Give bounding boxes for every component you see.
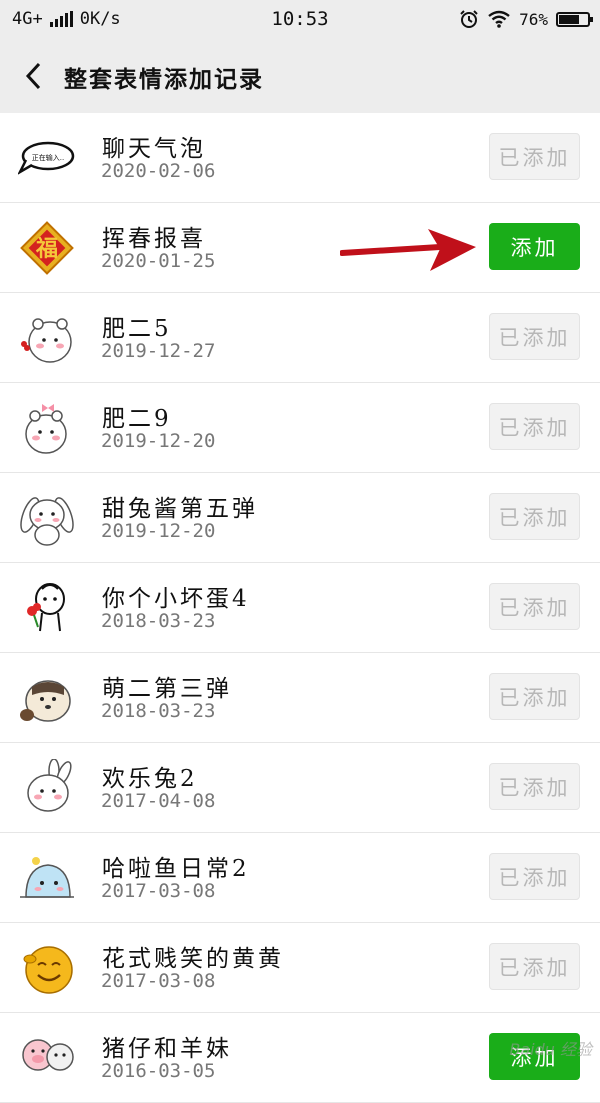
sticker-text: 正在输入.. (32, 153, 64, 162)
add-button[interactable]: 添加 (489, 223, 580, 270)
item-date: 2019-12-20 (101, 430, 216, 452)
added-button[interactable]: 已添加 (489, 133, 580, 180)
item-name: 哈啦鱼日常2 (102, 856, 250, 882)
list-item[interactable]: 你个小坏蛋4 2018-03-23 已添加 (0, 563, 600, 653)
chubby-bear-bow-sticker (18, 400, 76, 456)
item-name: 甜兔酱第五弹 (102, 496, 258, 522)
list-item[interactable]: 欢乐兔2 2017-04-08 已添加 (0, 743, 600, 833)
list-item[interactable]: 正在输入.. 聊天气泡 2020-02-06 已添加 (0, 113, 600, 203)
annotation-arrow-icon (340, 229, 476, 271)
battery-icon (556, 11, 593, 27)
added-button[interactable]: 已添加 (489, 853, 580, 900)
item-name: 欢乐兔2 (102, 766, 198, 792)
list-item[interactable]: 甜兔酱第五弹 2019-12-20 已添加 (0, 473, 600, 563)
item-date: 2020-02-06 (101, 160, 216, 182)
list-item[interactable]: 肥二9 2019-12-20 已添加 (0, 383, 600, 473)
item-name: 萌二第三弹 (102, 676, 232, 702)
item-name: 聊天气泡 (102, 136, 206, 162)
added-button[interactable]: 已添加 (489, 763, 580, 810)
item-date: 2018-03-23 (101, 700, 216, 722)
battery-percent: 76% (519, 9, 548, 29)
watermark: Baidu 经验 (509, 1040, 592, 1059)
bunny-sticker (18, 490, 76, 546)
item-date: 2019-12-20 (101, 520, 216, 542)
item-name: 猪仔和羊妹 (102, 1036, 232, 1062)
list-item[interactable]: 肥二5 2019-12-27 已添加 (0, 293, 600, 383)
added-button[interactable]: 已添加 (489, 673, 580, 720)
yellow-smiley-sticker (18, 940, 76, 996)
back-button[interactable] (16, 56, 52, 96)
happy-rabbit-sticker (18, 759, 76, 816)
list-item[interactable]: 哈啦鱼日常2 2017-03-08 已添加 (0, 833, 600, 923)
added-button[interactable]: 已添加 (489, 583, 580, 630)
item-date: 2017-04-08 (101, 790, 216, 812)
status-bar: 4G+ 0K/s 10:53 76% (0, 0, 600, 40)
item-name: 花式贱笑的黄黄 (102, 946, 284, 972)
wifi-icon (488, 10, 510, 28)
item-name: 挥春报喜 (102, 226, 206, 252)
sticker-record-list: 正在输入.. 聊天气泡 2020-02-06 已添加 福 挥春报喜 2020-0… (0, 113, 600, 1103)
added-button[interactable]: 已添加 (489, 313, 580, 360)
chubby-bear-sticker (18, 310, 76, 366)
battery-fill (559, 14, 579, 24)
item-name: 你个小坏蛋4 (102, 586, 250, 612)
fu-couplet-sticker: 福 (18, 220, 76, 276)
item-date: 2019-12-27 (101, 340, 216, 362)
item-name: 肥二9 (102, 406, 172, 432)
list-item[interactable]: 萌二第三弹 2018-03-23 已添加 (0, 653, 600, 743)
item-date: 2016-03-05 (101, 1060, 216, 1082)
status-right: 76% (459, 9, 593, 29)
item-date: 2017-03-08 (101, 970, 216, 992)
page-title: 整套表情添加记录 (64, 66, 264, 93)
item-date: 2018-03-23 (101, 610, 216, 632)
back-arrow-icon (25, 62, 41, 90)
added-button[interactable]: 已添加 (489, 493, 580, 540)
list-item[interactable]: 花式贱笑的黄黄 2017-03-08 已添加 (0, 923, 600, 1013)
sticker-text: 福 (35, 236, 58, 262)
item-date: 2020-01-25 (101, 250, 216, 272)
raccoon-sticker (18, 670, 76, 726)
alarm-icon (460, 10, 478, 28)
pig-sheep-sticker (18, 1030, 76, 1086)
header: 整套表情添加记录 (0, 40, 600, 113)
speech-bubble-sticker: 正在输入.. (18, 130, 76, 186)
item-date: 2017-03-08 (101, 880, 216, 902)
list-item[interactable]: 福 挥春报喜 2020-01-25 添加 (0, 203, 600, 293)
little-guy-flower-sticker (18, 580, 76, 636)
added-button[interactable]: 已添加 (489, 403, 580, 450)
added-button[interactable]: 已添加 (489, 943, 580, 990)
item-name: 肥二5 (102, 316, 172, 342)
blue-fish-sticker (18, 850, 76, 906)
